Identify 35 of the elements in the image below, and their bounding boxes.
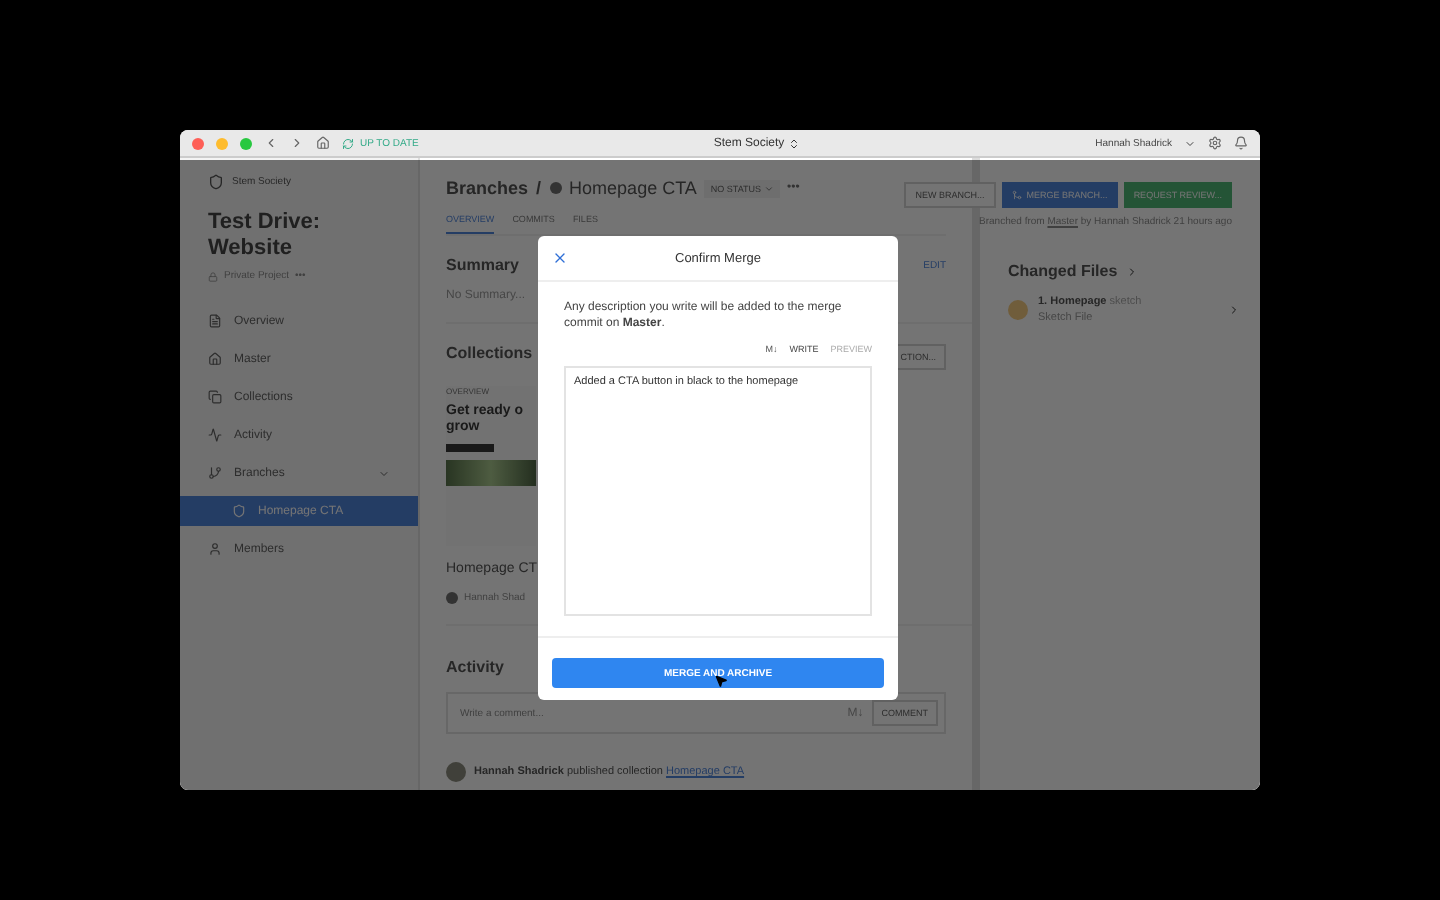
section-title: Activity (446, 658, 504, 676)
section-title: Collections (446, 344, 533, 362)
document-icon (208, 314, 222, 328)
avatar (446, 762, 466, 782)
branch-icon (549, 182, 562, 194)
home-icon[interactable] (316, 136, 330, 150)
pulse-icon (208, 428, 222, 442)
close-window-button[interactable] (192, 137, 204, 149)
section-title: Summary (446, 256, 519, 274)
merge-icon (1012, 190, 1023, 200)
shield-icon (232, 504, 246, 518)
sync-icon (342, 137, 354, 149)
settings-icon[interactable] (1208, 136, 1222, 150)
house-icon (208, 352, 222, 366)
forward-icon[interactable] (290, 136, 304, 150)
section-title: Changed Files (1008, 262, 1118, 280)
branch-name: Homepage CTA (569, 178, 697, 198)
caret-icon (763, 183, 774, 193)
chevron-icon (1125, 265, 1138, 277)
breadcrumb-link[interactable]: Branches (446, 178, 529, 198)
cursor-icon (714, 673, 728, 687)
branch-icon (208, 466, 222, 480)
lock-icon (208, 271, 218, 281)
avatar (446, 592, 458, 604)
project-title: Test Drive: Website (206, 208, 323, 262)
person-icon (208, 542, 222, 556)
org-logo-icon (208, 174, 224, 190)
bell-icon[interactable] (1234, 136, 1248, 150)
close-icon[interactable] (552, 250, 568, 266)
back-icon[interactable] (264, 136, 278, 150)
copy-icon (208, 390, 222, 404)
chevron-icon (378, 467, 390, 479)
chevron-icon (1228, 304, 1240, 316)
breadcrumb-separator: / (536, 178, 542, 198)
chevron-icon (1184, 137, 1196, 149)
